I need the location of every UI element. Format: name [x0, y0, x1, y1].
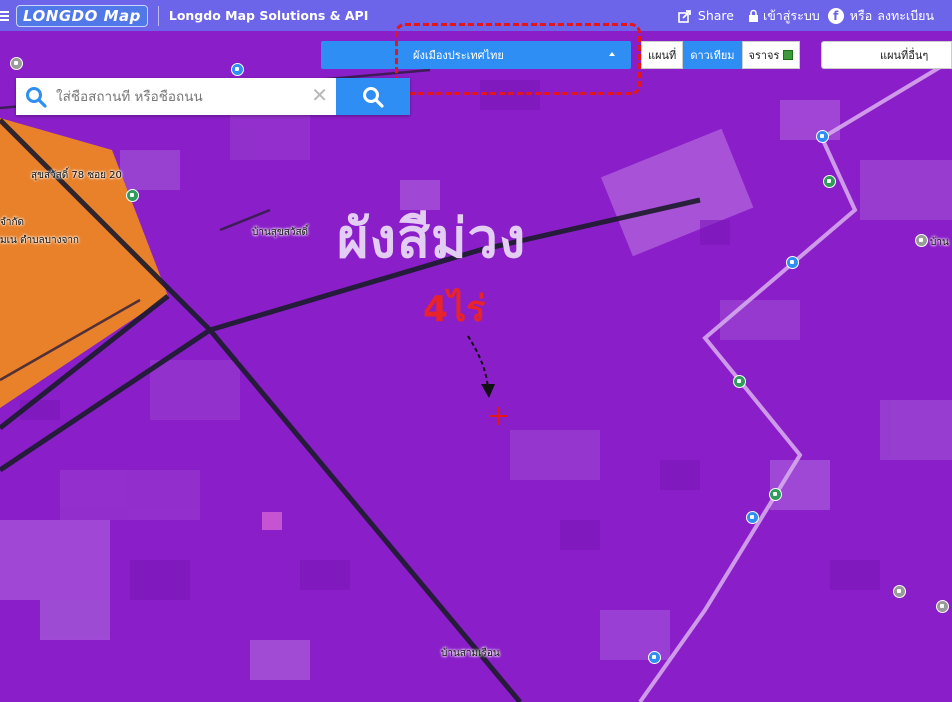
other-maps-label: แผนที่อื่นๆ	[880, 49, 929, 62]
shop-icon[interactable]	[126, 189, 139, 202]
search-box: ✕	[16, 78, 336, 115]
login-label: เข้าสู่ระบบ	[762, 7, 820, 23]
tab-satellite[interactable]: ดาวเทียม	[683, 41, 742, 69]
shop-icon[interactable]	[769, 488, 782, 501]
search-bar: ✕	[16, 78, 410, 115]
place-label: มเน ตำบลบางจาก	[0, 235, 79, 246]
tab-traffic[interactable]: จราจร	[741, 41, 801, 69]
bus-stop-icon[interactable]	[786, 256, 799, 269]
bus-stop-icon[interactable]	[648, 651, 661, 664]
shop-icon[interactable]	[936, 600, 949, 613]
longdo-logo[interactable]: LONGDO Map	[16, 4, 148, 27]
search-icon	[16, 78, 56, 115]
place-label: สุขสวัสดิ์ 78 ซอย 20	[31, 170, 122, 181]
shop-icon[interactable]	[893, 585, 906, 598]
tab-map-label: แผนที่	[648, 49, 677, 62]
shop-icon[interactable]	[915, 234, 928, 247]
brand-link[interactable]: Longdo Map Solutions & API	[169, 8, 369, 23]
place-label: บ้านสุขสวัสดิ์	[252, 227, 309, 238]
place-label: บ้านสามเรือน	[441, 648, 500, 659]
shop-icon[interactable]	[823, 175, 836, 188]
bus-stop-icon[interactable]	[231, 63, 244, 76]
area-label: 4ไร่	[423, 289, 486, 330]
share-icon	[678, 9, 691, 23]
lock-icon	[748, 9, 758, 22]
or-label: หรือ	[849, 7, 873, 23]
place-label: บ้าน	[930, 237, 949, 248]
search-button[interactable]	[336, 78, 410, 115]
layer-select[interactable]: ผังเมืองประเทศไทย	[321, 41, 631, 69]
shop-icon[interactable]	[733, 375, 746, 388]
register-button[interactable]: ลงทะเบียน	[877, 6, 934, 26]
tab-satellite-label: ดาวเทียม	[690, 49, 735, 62]
zone-title: ผังสีม่วง	[337, 207, 527, 270]
school-icon[interactable]	[10, 57, 23, 70]
traffic-icon	[783, 50, 794, 60]
top-bar: LONGDO Map Longdo Map Solutions & API Sh…	[0, 0, 952, 31]
place-label: จำกัด	[0, 217, 25, 228]
layer-select-value: ผังเมืองประเทศไทย	[413, 49, 504, 62]
tab-traffic-label: จราจร	[748, 49, 780, 62]
menu-icon[interactable]	[0, 0, 12, 31]
login-button[interactable]: เข้าสู่ระบบ	[748, 6, 820, 26]
bus-stop-icon[interactable]	[816, 130, 829, 143]
divider	[157, 5, 159, 26]
tab-map[interactable]: แผนที่	[641, 41, 684, 69]
chevron-up-icon	[609, 52, 615, 56]
clear-icon[interactable]: ✕	[311, 84, 328, 106]
search-icon	[363, 86, 384, 108]
base-map-tabs: แผนที่ ดาวเทียม จราจร	[641, 41, 801, 69]
other-maps-button[interactable]: แผนที่อื่นๆ	[821, 41, 952, 69]
share-button[interactable]: Share	[678, 8, 734, 23]
share-label: Share	[697, 8, 734, 23]
search-input[interactable]	[56, 88, 306, 105]
bus-stop-icon[interactable]	[746, 511, 759, 524]
facebook-icon[interactable]: f	[827, 7, 844, 24]
